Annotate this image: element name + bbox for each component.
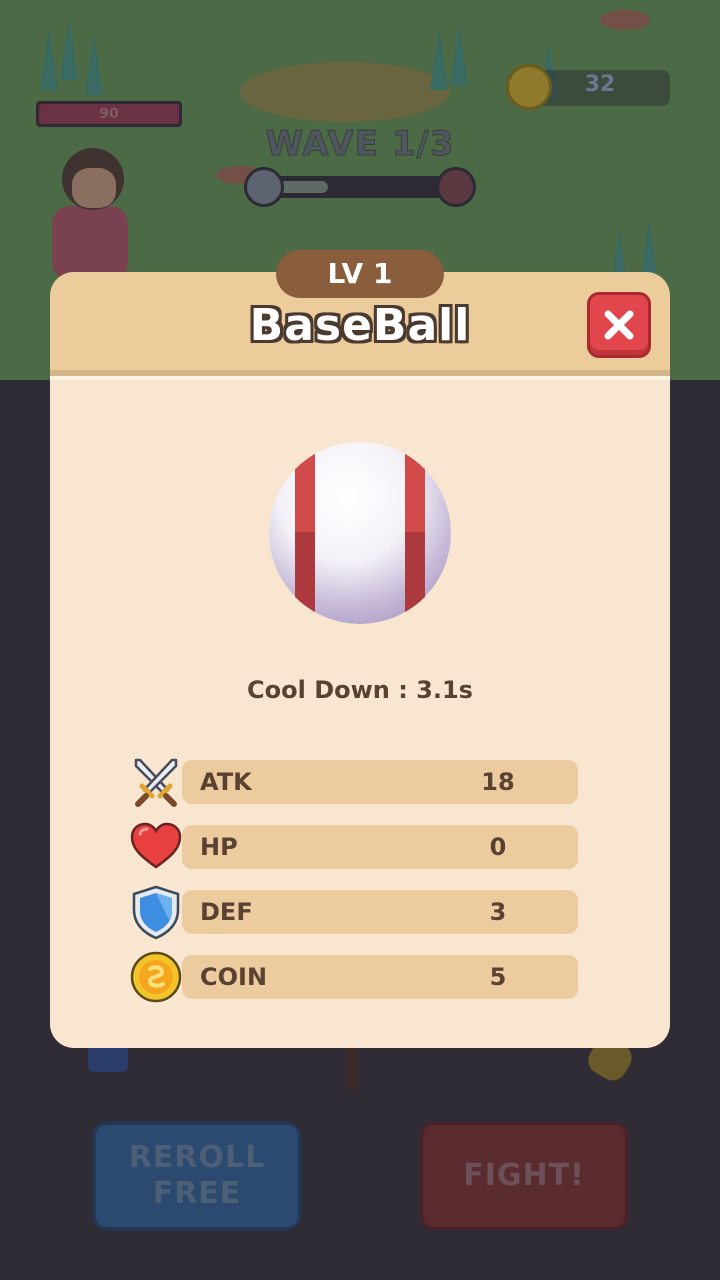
- dirt-patch: [600, 10, 650, 30]
- boss-fist-icon: [436, 167, 476, 207]
- fight-label: FIGHT!: [463, 1158, 585, 1193]
- grass-tuft: [640, 220, 658, 280]
- stat-row-atk: ATK 18: [128, 758, 580, 807]
- stat-label: COIN: [200, 963, 268, 991]
- character-body: [52, 206, 128, 280]
- heart-icon: [130, 822, 182, 869]
- stat-row-hp: HP 0: [128, 822, 580, 871]
- character-face: [72, 168, 116, 208]
- grass-tuft: [40, 30, 58, 90]
- coin-count: 32: [584, 72, 616, 97]
- stat-value: 18: [481, 768, 515, 796]
- crossed-swords-icon: [134, 758, 178, 807]
- player-hp-value: 90: [99, 106, 119, 122]
- item-detail-popup: BaseBall Cool Down : 3.1s ATK 18 HP 0 DE…: [50, 272, 670, 1048]
- shield-icon: [132, 885, 180, 940]
- grass-tuft: [60, 20, 78, 80]
- stat-label: DEF: [200, 898, 253, 926]
- grass-tuft: [85, 35, 103, 95]
- close-icon: [604, 310, 634, 340]
- cooldown-text: Cool Down : 3.1s: [247, 676, 473, 704]
- item-name: BaseBall: [249, 300, 471, 351]
- wave-progress-bar: [262, 176, 462, 198]
- stat-row-def: DEF 3: [128, 885, 580, 940]
- dirt-patch: [240, 62, 450, 122]
- reroll-button[interactable]: REROLL FREE: [93, 1122, 301, 1230]
- close-button[interactable]: [587, 292, 651, 358]
- reroll-label: REROLL: [128, 1140, 266, 1175]
- player-hp-fill: 90: [39, 104, 179, 124]
- wave-label: WAVE 1/3: [265, 124, 455, 165]
- coin-icon: [130, 951, 182, 1003]
- coin-icon: [506, 64, 552, 110]
- stat-label: ATK: [200, 768, 252, 796]
- wave-start-marker: [244, 167, 284, 207]
- stat-value: 0: [489, 833, 507, 861]
- stat-value: 3: [489, 898, 507, 926]
- baseball-item-image: [269, 442, 451, 624]
- player-character: [52, 148, 132, 280]
- stat-value: 5: [489, 963, 507, 991]
- player-hp-bar: 90: [36, 101, 182, 127]
- stat-label: HP: [200, 833, 238, 861]
- grass-tuft: [430, 30, 448, 90]
- stat-row-coin: COIN 5: [128, 951, 580, 1003]
- grass-tuft: [450, 25, 468, 85]
- reroll-cost-label: FREE: [152, 1176, 242, 1211]
- fight-button[interactable]: FIGHT!: [420, 1122, 628, 1230]
- level-badge: LV 1: [276, 250, 444, 298]
